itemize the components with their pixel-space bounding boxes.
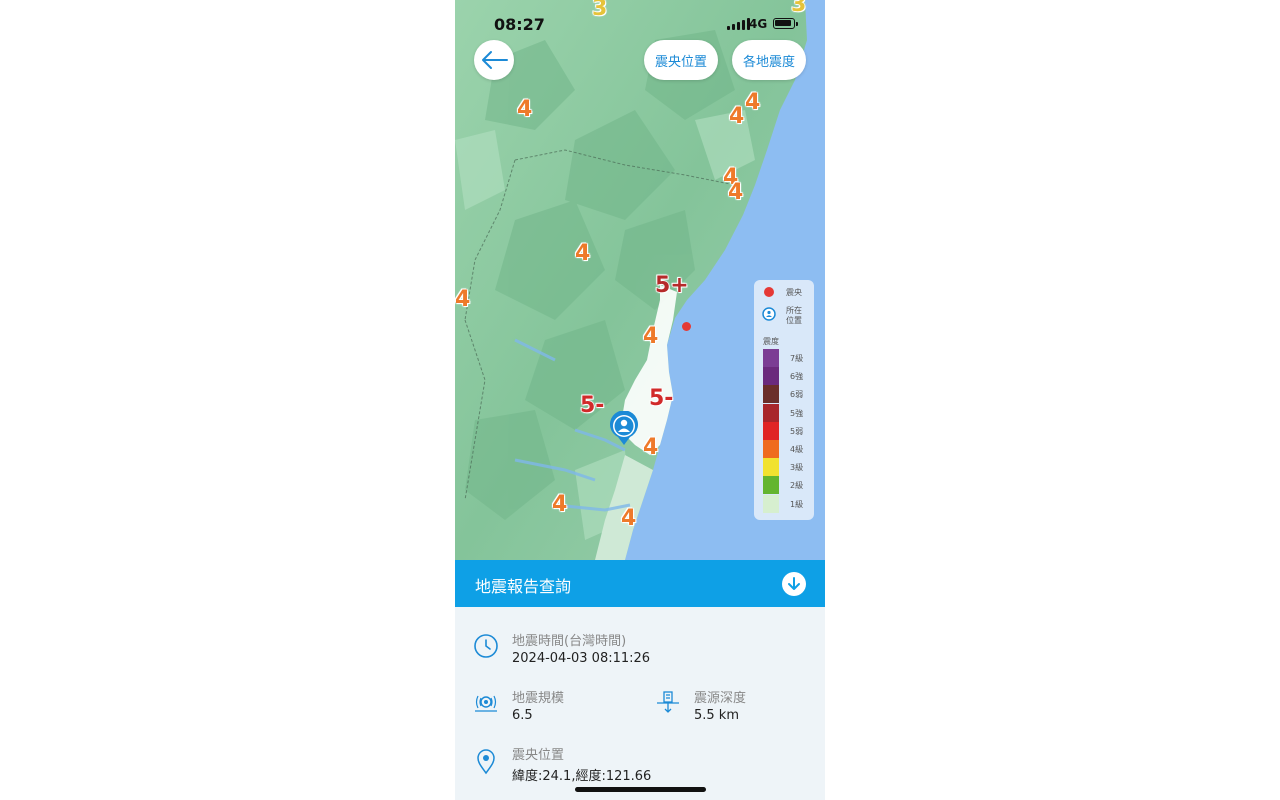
legend-swatch bbox=[763, 385, 779, 404]
magnitude-value: 6.5 bbox=[512, 708, 533, 723]
legend-level-label: 6弱 bbox=[790, 390, 804, 400]
epicenter-block: 震央位置 緯度:24.1,經度:121.66 bbox=[512, 744, 651, 784]
intensity-marker: 5- bbox=[648, 386, 674, 412]
intensity-marker: 5+ bbox=[655, 273, 690, 299]
intensity-marker: 4 bbox=[551, 492, 568, 518]
intensity-marker: 4 bbox=[744, 90, 761, 116]
magnitude-icon bbox=[475, 695, 497, 712]
signal-icon bbox=[727, 18, 750, 30]
clock-icon bbox=[474, 634, 498, 658]
legend-level-label: 6強 bbox=[790, 372, 804, 382]
depth-block: 震源深度 5.5 km bbox=[694, 687, 746, 723]
time-value: 2024-04-03 08:11:26 bbox=[512, 651, 651, 666]
intensity-marker: 5- bbox=[579, 393, 605, 419]
intensity-marker: 4 bbox=[642, 324, 659, 350]
epicenter-label: 震央位置 bbox=[512, 748, 565, 763]
legend-swatch bbox=[763, 458, 779, 477]
epicenter-value: 緯度:24.1,經度:121.66 bbox=[512, 769, 652, 784]
earthquake-map[interactable]: 08:27 4G 震央位置 各地震度 3 3 4 4 4 4 4 4 4 5+ 4 5- 5- 4 4 4 bbox=[455, 0, 825, 560]
legend-swatch bbox=[763, 403, 779, 422]
home-indicator[interactable] bbox=[575, 787, 706, 792]
legend-swatch bbox=[763, 494, 779, 513]
legend-level-label: 2級 bbox=[790, 481, 804, 491]
intensity-marker: 3 bbox=[591, 0, 608, 22]
intensity-marker: 4 bbox=[455, 287, 471, 313]
intensity-marker: 4 bbox=[727, 180, 744, 206]
depth-icon bbox=[657, 691, 679, 713]
epicenter-marker[interactable] bbox=[682, 322, 691, 331]
time-label: 地震時間(台灣時間) bbox=[512, 634, 627, 649]
report-header[interactable]: 地震報告查詢 bbox=[455, 560, 825, 607]
legend-swatch bbox=[763, 349, 779, 367]
legend-swatch bbox=[763, 421, 779, 440]
status-time: 08:27 bbox=[494, 15, 545, 34]
legend-level-label: 1級 bbox=[790, 499, 804, 509]
status-bar: 08:27 4G bbox=[455, 0, 825, 44]
legend-level-label: 7級 bbox=[790, 354, 804, 363]
epicenter-location-button[interactable]: 震央位置 bbox=[644, 40, 718, 80]
battery-icon bbox=[773, 18, 798, 29]
map-legend: 震央 所在 位置 震度 7級 6強 6弱 5強 5弱 4級 3級 2級 1級 bbox=[754, 280, 814, 520]
time-block: 地震時間(台灣時間) 2024-04-03 08:11:26 bbox=[512, 630, 650, 666]
arrow-left-icon bbox=[482, 51, 508, 69]
intensity-marker: 4 bbox=[642, 435, 659, 461]
legend-level-label: 5弱 bbox=[790, 426, 804, 436]
epicenter-legend-icon bbox=[764, 287, 774, 297]
legend-level-label: 3級 bbox=[790, 463, 804, 473]
legend-swatch bbox=[763, 440, 779, 458]
legend-epicenter-label: 震央 bbox=[786, 288, 802, 297]
network-type: 4G bbox=[749, 17, 768, 31]
legend-level-label: 4級 bbox=[790, 445, 804, 454]
intensity-marker: 4 bbox=[574, 241, 591, 267]
intensity-marker: 4 bbox=[620, 506, 637, 532]
legend-swatch bbox=[763, 367, 779, 386]
report-title: 地震報告查詢 bbox=[475, 577, 572, 596]
depth-label: 震源深度 bbox=[694, 691, 747, 706]
intensity-marker: 4 bbox=[516, 97, 533, 123]
legend-swatch bbox=[763, 476, 779, 495]
regional-intensity-button[interactable]: 各地震度 bbox=[732, 40, 806, 80]
magnitude-label: 地震規模 bbox=[512, 691, 565, 706]
location-legend-icon bbox=[762, 307, 776, 321]
legend-intensity-title: 震度 bbox=[763, 337, 779, 346]
map-pin-icon bbox=[477, 749, 495, 775]
legend-level-label: 5強 bbox=[790, 408, 804, 418]
download-button[interactable] bbox=[782, 572, 806, 596]
intensity-marker: 3 bbox=[790, 0, 807, 18]
arrow-down-icon bbox=[788, 577, 800, 590]
user-location-icon[interactable] bbox=[608, 411, 640, 447]
legend-location-label-2: 位置 bbox=[786, 316, 802, 325]
back-button[interactable] bbox=[474, 40, 514, 80]
magnitude-block: 地震規模 6.5 bbox=[512, 687, 564, 723]
report-details: 地震時間(台灣時間) 2024-04-03 08:11:26 地震規模 6.5 … bbox=[455, 607, 825, 800]
depth-value: 5.5 km bbox=[694, 708, 739, 723]
intensity-marker: 4 bbox=[728, 104, 745, 130]
phone-screen: 08:27 4G 震央位置 各地震度 3 3 4 4 4 4 4 4 4 5+ 4 5- 5- 4 4 4 bbox=[455, 0, 825, 800]
